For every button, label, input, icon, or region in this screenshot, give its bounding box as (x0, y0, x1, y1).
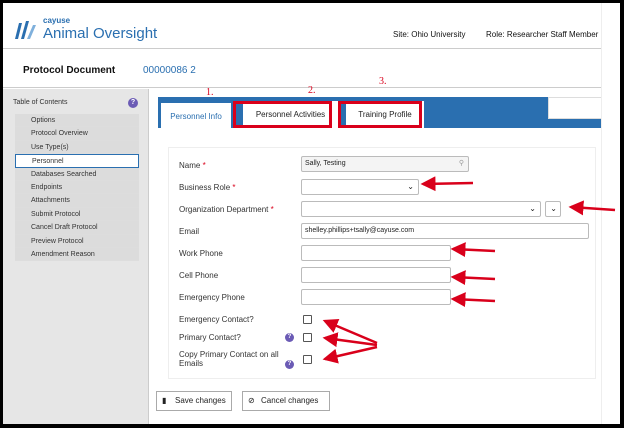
toc-item-use-types[interactable]: Use Type(s) (15, 140, 139, 155)
toc-item-personnel[interactable]: Personnel (15, 154, 139, 168)
toc-item-submit-protocol[interactable]: Submit Protocol (15, 207, 139, 222)
email-label: Email (179, 227, 200, 236)
protocol-number[interactable]: 00000086 2 (143, 65, 196, 76)
chevron-down-icon: ⌄ (407, 182, 414, 191)
toc-item-protocol-overview[interactable]: Protocol Overview (15, 127, 139, 141)
toc-item-attachments[interactable]: Attachments (15, 194, 139, 208)
save-button[interactable]: ▮ Save changes (156, 391, 232, 411)
toc-item-databases-searched[interactable]: Databases Searched (15, 167, 139, 181)
business-role-label: Business Role * (179, 183, 236, 192)
toc-item-options[interactable]: Options (15, 114, 139, 128)
app-header: cayuse Animal Oversight Site: Ohio Unive… (3, 3, 620, 49)
table-of-contents: Table of Contents ? Options Protocol Ove… (3, 89, 149, 424)
main-content: Personnel Info Personnel Activities Trai… (150, 76, 620, 424)
help-icon[interactable]: ? (128, 98, 138, 108)
org-department-extra-select[interactable]: ⌄ (545, 201, 561, 217)
app-window: cayuse Animal Oversight Site: Ohio Unive… (3, 3, 620, 424)
toc-item-cancel-draft-protocol[interactable]: Cancel Draft Protocol (15, 221, 139, 235)
help-icon[interactable]: ? (285, 360, 294, 369)
name-label: Name * (179, 161, 206, 170)
work-phone-field[interactable] (301, 245, 451, 261)
cell-phone-field[interactable] (301, 267, 451, 283)
toc-title: Table of Contents (13, 99, 68, 106)
business-role-select[interactable]: ⌄ (301, 179, 419, 195)
protocol-bar: Protocol Document 00000086 2 (3, 50, 620, 88)
org-department-select[interactable]: ⌄ (301, 201, 541, 217)
work-phone-label: Work Phone (179, 249, 223, 258)
cancel-icon: ⊘ (248, 396, 255, 405)
protocol-title: Protocol Document (23, 65, 116, 76)
site-label: Site: Ohio University (393, 30, 466, 39)
name-field[interactable]: Sally, Testing ⚲ (301, 156, 469, 172)
annotation-box-training-profile (338, 101, 422, 128)
emergency-phone-field[interactable] (301, 289, 451, 305)
emergency-contact-checkbox[interactable] (303, 315, 312, 324)
annotation-number-1: 1. (206, 87, 214, 98)
personnel-form: Name * Sally, Testing ⚲ Business Role * … (168, 147, 596, 379)
logo-brand: cayuse (43, 16, 71, 25)
copy-primary-contact-label: Copy Primary Contact on all Emails (179, 350, 279, 368)
toc-item-preview-protocol[interactable]: Preview Protocol (15, 234, 139, 248)
cell-phone-label: Cell Phone (179, 271, 219, 280)
logo-product-name: Animal Oversight (43, 25, 158, 42)
save-icon: ▮ (162, 396, 167, 405)
copy-primary-contact-checkbox[interactable] (303, 355, 312, 364)
emergency-contact-label: Emergency Contact? (179, 315, 254, 324)
right-edge-panel (601, 3, 620, 424)
org-department-label: Organization Department * (179, 205, 274, 214)
search-icon: ⚲ (458, 160, 464, 167)
annotation-box-personnel-activities (233, 101, 332, 128)
chevron-down-icon: ⌄ (529, 204, 536, 213)
annotation-number-2: 2. (308, 85, 316, 96)
tab-personnel-info[interactable]: Personnel Info (161, 101, 231, 128)
toc-item-amendment-reason[interactable]: Amendment Reason (15, 247, 139, 262)
emergency-phone-label: Emergency Phone (179, 293, 245, 302)
chevron-down-icon: ⌄ (550, 204, 557, 213)
primary-contact-checkbox[interactable] (303, 333, 312, 342)
role-label[interactable]: Role: Researcher Staff Member (486, 30, 598, 39)
cayuse-logo-icon (15, 21, 36, 39)
cancel-button[interactable]: ⊘ Cancel changes (242, 391, 330, 411)
annotation-number-3: 3. (379, 76, 387, 87)
toc-list: Options Protocol Overview Use Type(s) Pe… (15, 114, 139, 262)
primary-contact-label: Primary Contact? (179, 333, 241, 342)
email-field[interactable]: shelley.phillips+tsally@cayuse.com (301, 223, 589, 239)
help-icon[interactable]: ? (285, 333, 294, 342)
toc-item-endpoints[interactable]: Endpoints (15, 180, 139, 195)
